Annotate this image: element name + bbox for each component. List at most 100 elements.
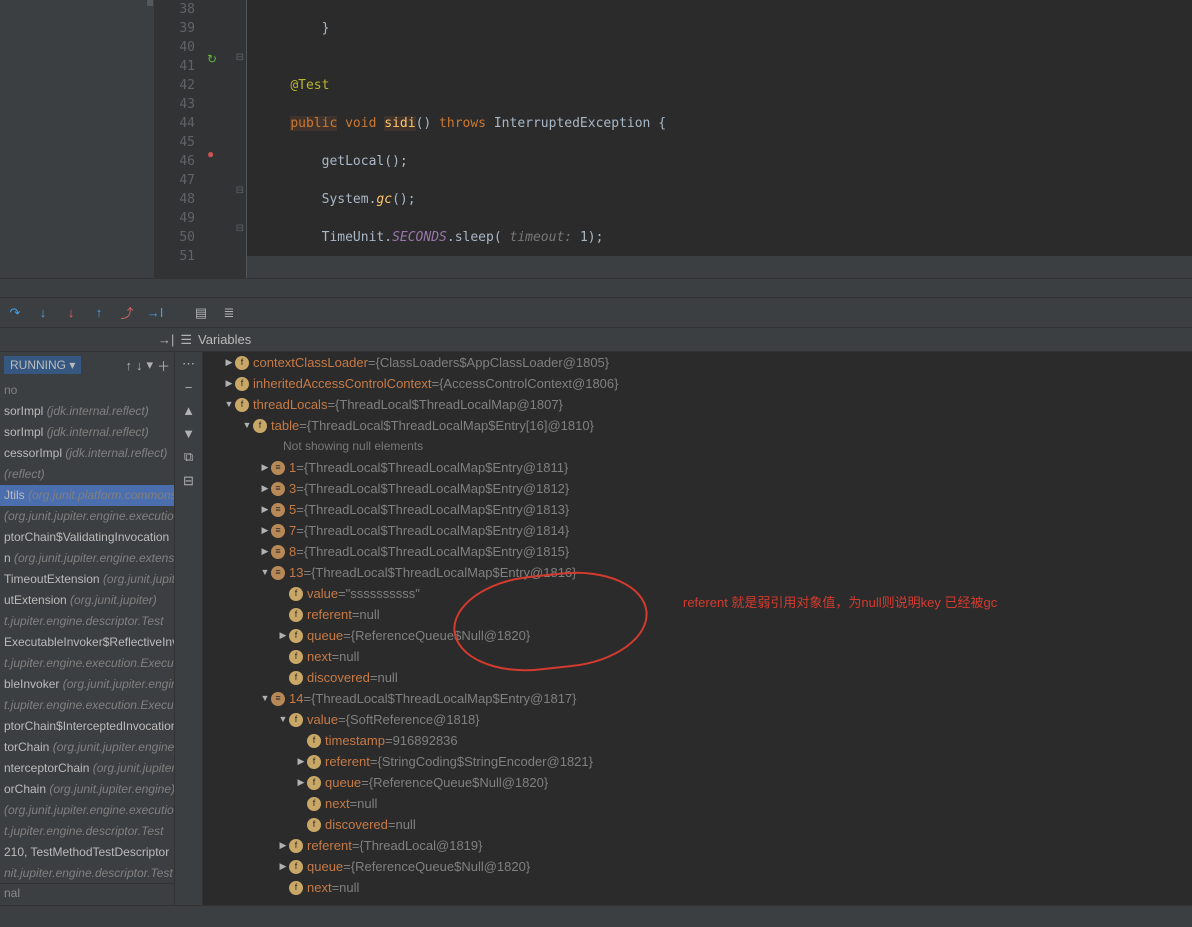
run-test-icon[interactable]: ↻	[207, 52, 217, 66]
variable-node[interactable]: fdiscovered = null	[203, 667, 1192, 688]
minus-icon[interactable]: −	[185, 380, 193, 395]
tree-toggle-icon[interactable]: ▶	[259, 478, 271, 499]
variable-node[interactable]: ▼fvalue = {SoftReference@1818}	[203, 709, 1192, 730]
variable-node[interactable]: ▶freferent = {StringCoding$StringEncoder…	[203, 751, 1192, 772]
copy-icon[interactable]: ⧉	[184, 449, 193, 465]
tree-toggle-icon[interactable]: ▶	[259, 499, 271, 520]
variable-node[interactable]: fnext = null	[203, 793, 1192, 814]
code-line[interactable]: }	[247, 19, 1192, 38]
tree-toggle-icon[interactable]: ▼	[259, 688, 271, 709]
next-frame-icon[interactable]: ↓	[136, 358, 143, 373]
fold-toggle-icon[interactable]: ⊟	[236, 185, 244, 196]
tree-toggle-icon[interactable]: ▶	[277, 856, 289, 877]
code-line[interactable]: public void sidi() throws InterruptedExc…	[247, 114, 1192, 133]
tree-toggle-icon[interactable]: ▶	[295, 751, 307, 772]
frame-row[interactable]: t.jupiter.engine.execution.Execution	[0, 695, 174, 716]
variable-node[interactable]: Not showing null elements	[203, 436, 1192, 457]
tree-toggle-icon[interactable]: ▶	[259, 541, 271, 562]
variable-node[interactable]: ▶≡1 = {ThreadLocal$ThreadLocalMap$Entry@…	[203, 457, 1192, 478]
down-icon[interactable]: ▼	[182, 426, 195, 441]
variable-node[interactable]: fdiscovered = null	[203, 814, 1192, 835]
breadcrumb[interactable]: Udkd›sidi()	[247, 256, 1192, 278]
restore-layout-icon[interactable]: →|	[158, 332, 174, 347]
tree-toggle-icon[interactable]: ▶	[223, 373, 235, 394]
variable-node[interactable]: ▼fthreadLocals = {ThreadLocal$ThreadLoca…	[203, 394, 1192, 415]
filter-icon[interactable]: ▾	[146, 357, 153, 373]
trace-icon[interactable]: ≣	[220, 304, 238, 322]
tree-toggle-icon[interactable]: ▶	[223, 352, 235, 373]
variable-node[interactable]: ▶fqueue = {ReferenceQueue$Null@1820}	[203, 625, 1192, 646]
code-line[interactable]: System.gc();	[247, 190, 1192, 209]
frame-row[interactable]: nterceptorChain (org.junit.jupiter)	[0, 758, 174, 779]
tree-toggle-icon[interactable]: ▶	[277, 625, 289, 646]
code-line[interactable]: getLocal();	[247, 152, 1192, 171]
run-to-cursor-icon[interactable]: →I	[146, 304, 164, 322]
variable-node[interactable]: ▶fqueue = {ReferenceQueue$Null@1820}	[203, 856, 1192, 877]
variable-node[interactable]: ▶≡5 = {ThreadLocal$ThreadLocalMap$Entry@…	[203, 499, 1192, 520]
fold-toggle-icon[interactable]: ⊟	[236, 223, 244, 234]
frame-row[interactable]: sorImpl (jdk.internal.reflect)	[0, 401, 174, 422]
collapse-icon[interactable]: ⊟	[183, 473, 194, 489]
frame-row[interactable]: t.jupiter.engine.execution.Execution	[0, 653, 174, 674]
frame-row[interactable]: t.jupiter.engine.descriptor.Test	[0, 821, 174, 842]
step-over-icon[interactable]: ↷	[6, 304, 24, 322]
variable-node[interactable]: ▶fcontextClassLoader = {ClassLoaders$App…	[203, 352, 1192, 373]
frame-row[interactable]: n (org.junit.jupiter.engine.extension)	[0, 548, 174, 569]
code-line[interactable]: TimeUnit.SECONDS.sleep( timeout: 1);	[247, 228, 1192, 247]
project-tool-window[interactable]	[0, 0, 155, 278]
tree-toggle-icon[interactable]: ▼	[223, 394, 235, 415]
gutter-icons[interactable]: ↻ ● ⊟ ⊟ ⊟	[203, 0, 247, 278]
thread-status-badge[interactable]: RUNNING ▾	[4, 356, 81, 374]
breakpoint-icon[interactable]: ●	[207, 147, 214, 161]
tree-toggle-icon[interactable]: ▶	[259, 457, 271, 478]
frame-row[interactable]: no	[0, 380, 174, 401]
frames-panel[interactable]: RUNNING ▾ ↑ ↓ ▾ ＋ nosorImpl (jdk.interna…	[0, 352, 175, 905]
up-icon[interactable]: ▲	[182, 403, 195, 418]
frame-row[interactable]: utExtension (org.junit.jupiter)	[0, 590, 174, 611]
frame-row[interactable]: t.jupiter.engine.descriptor.Test	[0, 611, 174, 632]
variable-node[interactable]: ▶finheritedAccessControlContext = {Acces…	[203, 373, 1192, 394]
frame-row[interactable]: ptorChain$ValidatingInvocation	[0, 527, 174, 548]
variable-node[interactable]: ▶≡7 = {ThreadLocal$ThreadLocalMap$Entry@…	[203, 520, 1192, 541]
frame-row[interactable]: orChain (org.junit.jupiter.engine)	[0, 779, 174, 800]
frame-row[interactable]: sorImpl (jdk.internal.reflect)	[0, 422, 174, 443]
drop-frame-icon[interactable]: ⤴	[118, 304, 136, 322]
frame-row[interactable]: 210, TestMethodTestDescriptor	[0, 842, 174, 863]
frame-row[interactable]: Jtils (org.junit.platform.commons.util)	[0, 485, 174, 506]
tree-toggle-icon[interactable]: ▼	[241, 415, 253, 436]
tree-toggle-icon[interactable]: ▼	[277, 709, 289, 730]
more-icon[interactable]: ⋯	[182, 356, 195, 372]
frame-row[interactable]: bleInvoker (org.junit.jupiter.engine)	[0, 674, 174, 695]
frame-row[interactable]: (reflect)	[0, 464, 174, 485]
code-line[interactable]: @Test	[247, 76, 1192, 95]
variable-node[interactable]: ftimestamp = 916892836	[203, 730, 1192, 751]
tree-toggle-icon[interactable]: ▶	[277, 835, 289, 856]
tool-window-splitter[interactable]	[0, 278, 1192, 298]
variable-node[interactable]: ▶≡3 = {ThreadLocal$ThreadLocalMap$Entry@…	[203, 478, 1192, 499]
variable-node[interactable]: ▶freferent = {ThreadLocal@1819}	[203, 835, 1192, 856]
variables-tree[interactable]: referent 就是弱引用对象值，为null则说明key 已经被gc ▶fco…	[203, 352, 1192, 905]
frame-row[interactable]: (org.junit.jupiter.engine.execution)	[0, 506, 174, 527]
frame-row[interactable]: cessorImpl (jdk.internal.reflect)	[0, 443, 174, 464]
variable-node[interactable]: fnext = null	[203, 877, 1192, 898]
step-out-icon[interactable]: ↑	[90, 304, 108, 322]
code-editor[interactable]: } @Test public void sidi() throws Interr…	[247, 0, 1192, 278]
variable-node[interactable]: ▼ftable = {ThreadLocal$ThreadLocalMap$En…	[203, 415, 1192, 436]
prev-frame-icon[interactable]: ↑	[125, 358, 132, 373]
frame-row[interactable]: (org.junit.jupiter.engine.execution)	[0, 800, 174, 821]
frame-row[interactable]: ptorChain$InterceptedInvocation	[0, 716, 174, 737]
fold-toggle-icon[interactable]: ⊟	[236, 52, 244, 63]
force-step-into-icon[interactable]: ↓	[62, 304, 80, 322]
variable-node[interactable]: ▶≡8 = {ThreadLocal$ThreadLocalMap$Entry@…	[203, 541, 1192, 562]
evaluate-expression-icon[interactable]: ▤	[192, 304, 210, 322]
frame-row[interactable]: torChain (org.junit.jupiter.engine)	[0, 737, 174, 758]
tree-toggle-icon[interactable]: ▶	[295, 772, 307, 793]
step-into-icon[interactable]: ↓	[34, 304, 52, 322]
variable-node[interactable]: fnext = null	[203, 646, 1192, 667]
frame-row[interactable]: TimeoutExtension (org.junit.jupiter)	[0, 569, 174, 590]
frame-row[interactable]: nit.jupiter.engine.descriptor.Test	[0, 863, 174, 883]
tree-toggle-icon[interactable]: ▶	[259, 520, 271, 541]
frame-row[interactable]: ExecutableInvoker$ReflectiveInvoker	[0, 632, 174, 653]
variable-node[interactable]: ▶fqueue = {ReferenceQueue$Null@1820}	[203, 772, 1192, 793]
tree-toggle-icon[interactable]: ▼	[259, 562, 271, 583]
